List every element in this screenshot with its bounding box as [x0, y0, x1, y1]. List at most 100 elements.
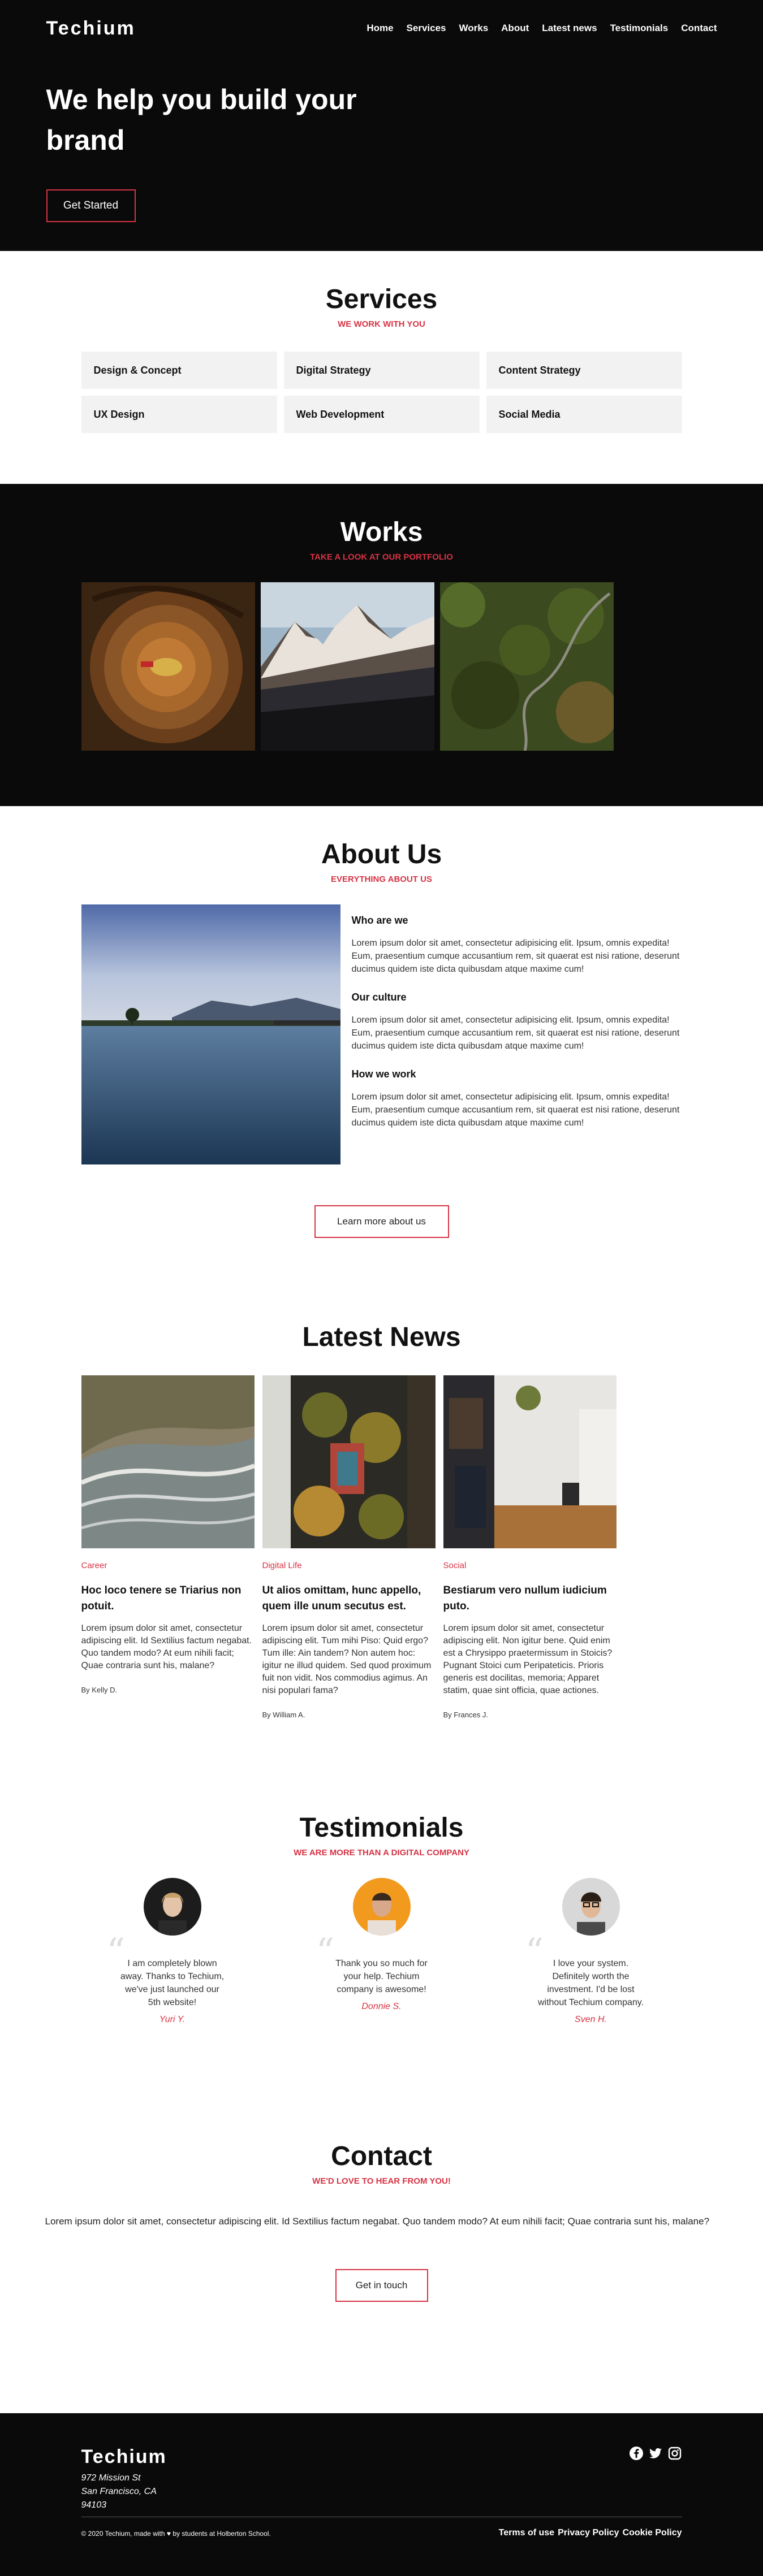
works-gallery: [81, 582, 682, 751]
about-paragraph: Lorem ipsum dolor sit amet, consectetur …: [351, 1092, 680, 1128]
footer-address: 972 Mission St San Francisco, CA 94103: [81, 2471, 682, 2512]
get-in-touch-button[interactable]: Get in touch: [335, 2269, 428, 2302]
address-line: San Francisco, CA: [81, 2487, 157, 2496]
latest-news-section: Latest News Career Hoc loco tenere se Tr…: [0, 1292, 763, 1778]
about-section: About Us EVERYTHING ABOUT US Who are we …: [0, 806, 763, 1292]
nav-works[interactable]: Works: [459, 23, 489, 34]
news-category[interactable]: Career: [81, 1561, 255, 1570]
hero-title: We help you build your brand: [46, 84, 357, 156]
news-author: By Frances J.: [443, 1711, 488, 1719]
about-content: Who are we Lorem ipsum dolor sit amet, c…: [81, 904, 682, 1164]
contact-text: Lorem ipsum dolor sit amet, consectetur …: [45, 2216, 710, 2227]
avatar: [352, 1878, 411, 1936]
footer-links: Terms of use Privacy Policy Cookie Polic…: [499, 2528, 682, 2538]
news-title: Latest News: [302, 1322, 461, 1352]
get-started-button[interactable]: Get Started: [46, 189, 136, 222]
testimonials-grid: “ I am completely blown away. Thanks to …: [107, 1878, 653, 2025]
testimonials-title: Testimonials: [299, 1813, 464, 1843]
nav-home[interactable]: Home: [367, 23, 393, 34]
privacy-link[interactable]: Privacy Policy: [558, 2528, 619, 2538]
nav-latest-news[interactable]: Latest news: [542, 23, 597, 34]
work-image-mountains[interactable]: [260, 582, 434, 751]
nav-services[interactable]: Services: [407, 23, 446, 34]
about-text-blocks: Who are we Lorem ipsum dolor sit amet, c…: [352, 904, 682, 1164]
work-image-forest-road[interactable]: [439, 582, 618, 751]
nav-about[interactable]: About: [501, 23, 529, 34]
contact-subtitle: WE'D LOVE TO HEAR FROM YOU!: [312, 2176, 451, 2186]
testimonial-author: Sven H.: [575, 2015, 607, 2024]
footer-logo[interactable]: Techium: [81, 2446, 682, 2468]
nav-menu: Home Services Works About Latest news Te…: [367, 23, 717, 34]
learn-more-button[interactable]: Learn more about us: [314, 1205, 449, 1238]
terms-link[interactable]: Terms of use: [499, 2528, 554, 2538]
service-tile[interactable]: Content Strategy: [486, 352, 682, 389]
services-title: Services: [325, 284, 438, 314]
nav-testimonials[interactable]: Testimonials: [610, 23, 669, 34]
address-line: 972 Mission St: [81, 2473, 141, 2483]
service-tile[interactable]: Digital Strategy: [283, 352, 480, 389]
footer-copyright: © 2020 Techium, made with ♥ by students …: [81, 2530, 271, 2538]
services-subtitle: WE WORK WITH YOU: [338, 319, 425, 329]
cookie-link[interactable]: Cookie Policy: [623, 2528, 682, 2538]
quote-icon: “: [316, 1931, 335, 1973]
navbar: Techium Home Services Works About Latest…: [46, 17, 717, 40]
testimonials-subtitle: WE ARE MORE THAN A DIGITAL COMPANY: [294, 1848, 469, 1858]
testimonial-author: Yuri Y.: [159, 2015, 186, 2024]
about-image-lake: [81, 904, 340, 1164]
twitter-icon[interactable]: [648, 2446, 663, 2461]
news-image-interior[interactable]: [443, 1375, 617, 1548]
works-subtitle: TAKE A LOOK AT OUR PORTFOLIO: [310, 552, 453, 562]
testimonials-section: Testimonials WE ARE MORE THAN A DIGITAL …: [0, 1778, 763, 2118]
service-tile[interactable]: Social Media: [486, 396, 682, 433]
testimonial: “ I love your system. Definitely worth t…: [525, 1878, 653, 2025]
service-tile[interactable]: Design & Concept: [81, 352, 277, 389]
about-heading: Who are we: [351, 915, 408, 926]
services-grid: Design & Concept Digital Strategy Conten…: [81, 352, 682, 433]
nav-contact[interactable]: Contact: [681, 23, 717, 34]
news-grid: Career Hoc loco tenere se Triarius non p…: [80, 1375, 682, 1719]
news-headline[interactable]: Hoc loco tenere se Triarius non potuit.: [81, 1583, 255, 1614]
testimonial-author: Donnie S.: [361, 2002, 402, 2011]
about-title: About Us: [321, 839, 442, 869]
news-category[interactable]: Digital Life: [262, 1561, 436, 1570]
facebook-icon[interactable]: [629, 2446, 644, 2461]
works-section: Works TAKE A LOOK AT OUR PORTFOLIO: [0, 484, 763, 806]
news-image-coast[interactable]: [80, 1375, 255, 1548]
news-card[interactable]: Career Hoc loco tenere se Triarius non p…: [80, 1375, 255, 1719]
news-excerpt: Lorem ipsum dolor sit amet, consectetur …: [443, 1623, 613, 1695]
service-tile[interactable]: Web Development: [283, 396, 480, 433]
service-tile[interactable]: UX Design: [81, 396, 277, 433]
testimonial-quote: “ I am completely blown away. Thanks to …: [107, 1934, 235, 2009]
avatar: [143, 1878, 201, 1936]
address-line: 94103: [81, 2500, 107, 2510]
testimonial-quote: “ Thank you so much for your help. Techi…: [316, 1934, 444, 1996]
news-headline[interactable]: Ut alios omittam, hunc appello, quem ill…: [262, 1583, 436, 1614]
quote-icon: “: [525, 1931, 544, 1973]
site-logo[interactable]: Techium: [46, 18, 136, 40]
testimonial-text: I love your system. Definitely worth the…: [537, 1959, 644, 2007]
news-card[interactable]: Digital Life Ut alios omittam, hunc appe…: [262, 1375, 436, 1719]
testimonial: “ I am completely blown away. Thanks to …: [107, 1878, 235, 2025]
news-headline[interactable]: Bestiarum vero nullum iudicium puto.: [443, 1583, 617, 1614]
contact-title: Contact: [331, 2141, 432, 2171]
works-title: Works: [340, 517, 423, 547]
testimonial-text: I am completely blown away. Thanks to Te…: [120, 1959, 225, 2007]
news-author: By Kelly D.: [81, 1686, 118, 1694]
news-card[interactable]: Social Bestiarum vero nullum iudicium pu…: [443, 1375, 617, 1719]
news-image-aerial-city[interactable]: [262, 1375, 436, 1548]
news-category[interactable]: Social: [443, 1561, 617, 1570]
hero-section: Techium Home Services Works About Latest…: [0, 0, 763, 251]
news-excerpt: Lorem ipsum dolor sit amet, consectetur …: [262, 1623, 432, 1695]
footer: Techium 972 Mission St San Francisco, CA…: [0, 2413, 763, 2576]
news-author: By William A.: [262, 1711, 305, 1719]
about-paragraph: Lorem ipsum dolor sit amet, consectetur …: [351, 1015, 680, 1051]
instagram-icon[interactable]: [667, 2446, 682, 2461]
testimonial-text: Thank you so much for your help. Techium…: [335, 1959, 428, 1994]
about-subtitle: EVERYTHING ABOUT US: [331, 874, 432, 884]
work-image-staircase[interactable]: [81, 582, 255, 751]
about-heading: How we work: [351, 1068, 416, 1080]
quote-icon: “: [106, 1931, 126, 1973]
contact-section: Contact WE'D LOVE TO HEAR FROM YOU! Lore…: [0, 2118, 763, 2413]
social-links: [629, 2446, 682, 2461]
about-heading: Our culture: [351, 992, 407, 1003]
